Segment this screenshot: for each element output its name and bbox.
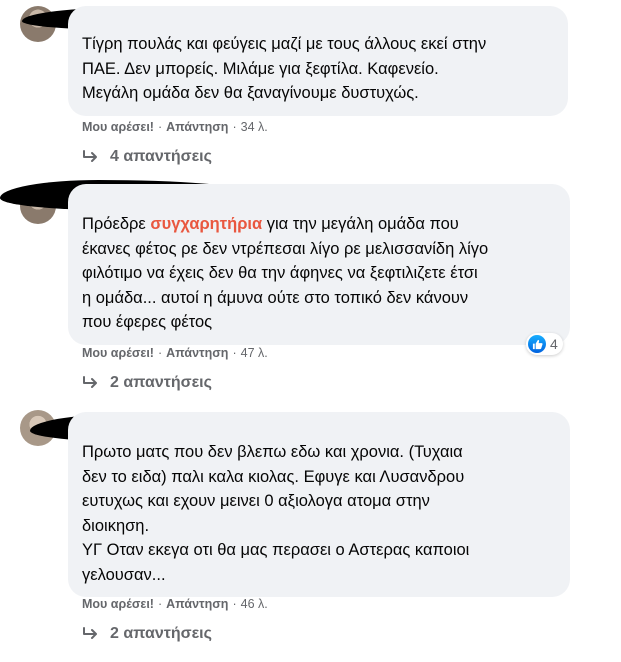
- replies-count-label: 2 απαντήσεις: [110, 625, 212, 642]
- highlighted-word[interactable]: συγχαρητήρια: [150, 215, 262, 233]
- reply-link[interactable]: Απάντηση: [166, 120, 228, 134]
- comment-text-line: η ομάδα... αυτοί η άμυνα ούτε στο τοπικό…: [82, 288, 469, 307]
- reply-arrow-icon: [83, 627, 97, 639]
- comment-text-prefix: Πρόεδρε: [82, 215, 151, 233]
- comment-text-line: Μεγάλη ομάδα δεν θα ξαναγίνουμε δυστυχώς…: [82, 84, 419, 102]
- comment-text-line: ΠΑΕ. Δεν μπορείς. Μιλάμε για ξεφτίλα. Κα…: [82, 59, 439, 78]
- view-replies-button[interactable]: 2 απαντήσεις: [82, 625, 212, 643]
- comment-text-line: Πρωτο ματς που δεν βλεπω εδω και χρονια.…: [82, 443, 463, 461]
- comment-text-line: ευτυχως και εχουν μεινει 0 αξιολογα ατομ…: [82, 492, 430, 510]
- timestamp[interactable]: 47 λ.: [241, 346, 268, 360]
- like-link[interactable]: Μου αρέσει!: [82, 346, 154, 360]
- reply-arrow-icon: [83, 376, 97, 388]
- comment-bubble: Τίγρη πουλάς και φεύγεις μαζί με τους άλ…: [68, 6, 568, 116]
- comment-text-line: έκανες φέτος ρε δεν ντρέπεσαι λίγο ρε με…: [82, 239, 489, 258]
- timestamp[interactable]: 46 λ.: [241, 597, 268, 611]
- reaction-count: 4: [550, 336, 558, 352]
- comment-text-line: δεν το ειδα) παλι καλα κιολας. Εφυγε και…: [82, 467, 465, 486]
- reply-arrow-icon: [83, 150, 97, 162]
- comment-bubble: Πρόεδρε συγχαρητήρια για την μεγάλη ομάδ…: [68, 184, 570, 345]
- reply-link[interactable]: Απάντηση: [166, 346, 228, 360]
- comment-text-line: διοικηση.: [82, 516, 150, 535]
- comment-text-line: Πρόεδρε συγχαρητήρια για την μεγάλη ομάδ…: [82, 212, 556, 237]
- replies-count-label: 2 απαντήσεις: [110, 374, 212, 391]
- replies-count-label: 4 απαντήσεις: [110, 148, 212, 165]
- reply-link[interactable]: Απάντηση: [166, 597, 228, 611]
- view-replies-button[interactable]: 4 απαντήσεις: [82, 148, 212, 166]
- reaction-summary[interactable]: 4: [526, 333, 563, 355]
- comment-text-line: φιλότιμο να έχεις δεν θα την άφηνες να ξ…: [82, 264, 478, 282]
- comment-bubble: Πρωτο ματς που δεν βλεπω εδω και χρονια.…: [68, 412, 570, 597]
- comment-text-line: Τίγρη πουλάς και φεύγεις μαζί με τους άλ…: [82, 35, 487, 53]
- like-link[interactable]: Μου αρέσει!: [82, 597, 154, 611]
- comment-text-line: γελουσαν...: [82, 565, 166, 584]
- like-link[interactable]: Μου αρέσει!: [82, 120, 154, 134]
- comment-text-line: που έφερες φέτος: [82, 313, 213, 331]
- comment-actions: Μου αρέσει! · Απάντηση · 46 λ.: [82, 597, 268, 611]
- comment-text-suffix: για την μεγάλη ομάδα που: [262, 215, 459, 233]
- comment-actions: Μου αρέσει! · Απάντηση · 47 λ.: [82, 346, 268, 360]
- like-thumb-icon: [528, 335, 546, 353]
- view-replies-button[interactable]: 2 απαντήσεις: [82, 374, 212, 392]
- timestamp[interactable]: 34 λ.: [241, 120, 268, 134]
- comment-text-line: ΥΓ Οταν εκεγα οτι θα μας περασει ο Αστερ…: [82, 541, 470, 559]
- comment-actions: Μου αρέσει! · Απάντηση · 34 λ.: [82, 120, 268, 134]
